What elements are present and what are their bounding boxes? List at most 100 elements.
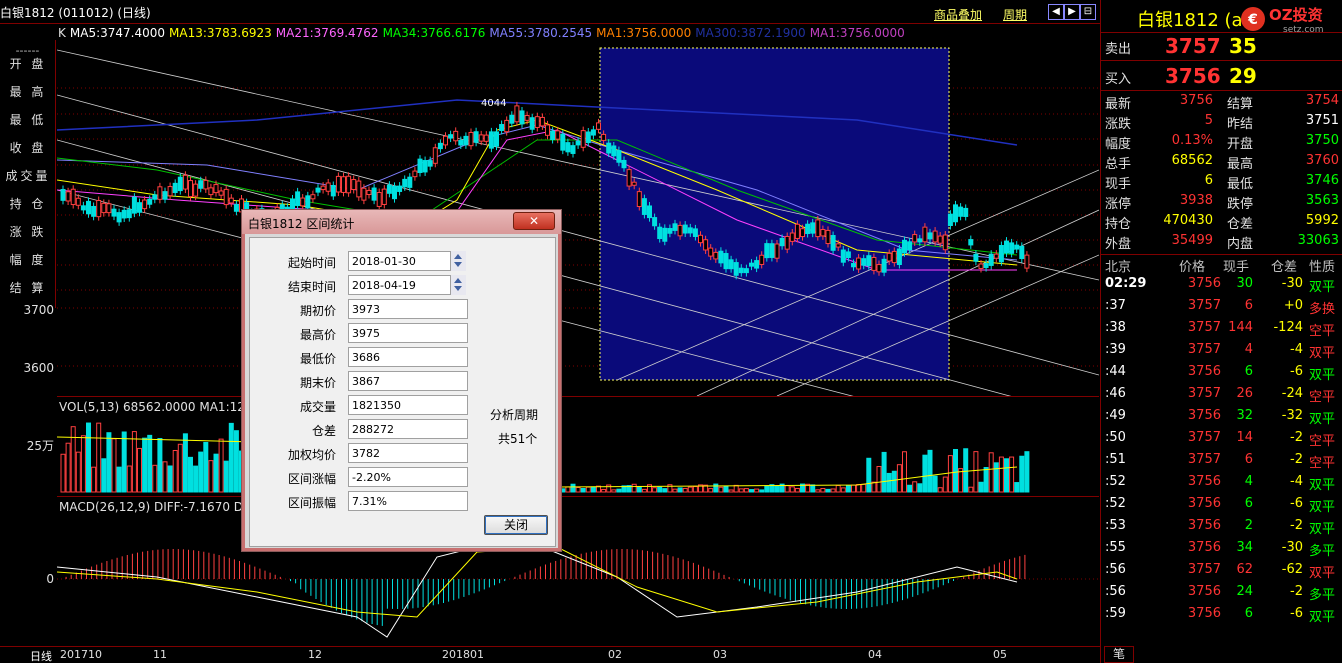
candle bbox=[636, 191, 642, 207]
candle bbox=[973, 253, 979, 262]
date-picker-field[interactable]: 2018-01-30 bbox=[348, 251, 452, 271]
volume-bar bbox=[177, 443, 183, 493]
volume-bar bbox=[953, 449, 958, 493]
spinner-icon[interactable] bbox=[450, 275, 466, 295]
date-picker-field[interactable]: 2018-04-19 bbox=[348, 275, 452, 295]
spinner-icon[interactable] bbox=[450, 251, 466, 271]
candle bbox=[631, 181, 637, 186]
candle bbox=[60, 188, 66, 201]
stat-field[interactable]: 3686 bbox=[348, 347, 468, 367]
stat-field[interactable]: 288272 bbox=[348, 419, 468, 439]
overlay-commodity-link[interactable]: 商品叠加 bbox=[934, 6, 982, 23]
candle bbox=[121, 209, 127, 219]
tick-price: 3757 bbox=[1187, 562, 1221, 577]
tab-ticks[interactable]: 笔 bbox=[1104, 646, 1134, 663]
candle bbox=[473, 131, 479, 143]
stat-field[interactable]: 3867 bbox=[348, 371, 468, 391]
candle bbox=[295, 191, 301, 206]
macd-panel[interactable]: MACD(26,12,9) DIFF:-7.1670 DE bbox=[56, 496, 1099, 646]
prev-arrow-icon[interactable]: ◀ bbox=[1048, 4, 1064, 20]
candle bbox=[703, 239, 709, 251]
tick-nature: 双平 bbox=[1309, 566, 1336, 581]
candle bbox=[733, 262, 739, 276]
volume-bar bbox=[111, 438, 117, 493]
date-label: 201801 bbox=[442, 648, 484, 661]
volume-bar bbox=[886, 472, 892, 493]
tick-volume: 24 bbox=[1236, 584, 1253, 599]
candle bbox=[565, 142, 571, 153]
tick-nature: 双平 bbox=[1309, 478, 1336, 493]
close-icon[interactable]: ✕ bbox=[513, 212, 555, 230]
volume-bar bbox=[723, 485, 729, 493]
candle bbox=[458, 140, 464, 146]
volume-bar bbox=[157, 438, 163, 493]
candle bbox=[417, 158, 423, 173]
stat-field[interactable]: 7.31% bbox=[348, 491, 468, 511]
stat-label: 结算 bbox=[1227, 97, 1254, 112]
candle bbox=[927, 232, 933, 240]
volume-bar bbox=[228, 422, 234, 493]
tick-row: :53 3756 2 -2 双平 bbox=[1101, 518, 1342, 540]
candle bbox=[932, 230, 938, 243]
candle bbox=[188, 180, 193, 198]
period-link[interactable]: 周期 bbox=[1003, 6, 1027, 23]
candle bbox=[861, 258, 867, 266]
volume-panel[interactable]: VOL(5,13) 68562.0000 MA1:126 bbox=[56, 396, 1099, 496]
tick-volume: 4 bbox=[1244, 474, 1253, 489]
candle bbox=[652, 217, 658, 227]
volume-bar bbox=[973, 451, 979, 493]
volume-bar bbox=[652, 487, 658, 493]
candle bbox=[774, 243, 780, 259]
stat-field[interactable]: -2.20% bbox=[348, 467, 468, 487]
tick-row: :51 3757 6 -2 空平 bbox=[1101, 452, 1342, 474]
dialog-titlebar[interactable]: 白银1812 区间统计 ✕ bbox=[242, 210, 561, 234]
candle bbox=[754, 260, 760, 269]
candle bbox=[815, 219, 821, 238]
tick-time: :52 bbox=[1105, 496, 1126, 511]
tick-price: 3757 bbox=[1187, 386, 1221, 401]
candle bbox=[290, 198, 295, 210]
candle bbox=[616, 150, 622, 163]
tick-price: 3756 bbox=[1187, 276, 1221, 291]
volume-bar bbox=[636, 486, 642, 493]
volume-bar bbox=[815, 489, 821, 493]
candle bbox=[453, 130, 459, 142]
tick-oi-change: -6 bbox=[1290, 364, 1303, 379]
candle bbox=[519, 110, 525, 125]
candle bbox=[341, 176, 346, 193]
volume-bar bbox=[657, 486, 663, 493]
close-button[interactable]: 关闭 bbox=[484, 515, 548, 535]
candlestick-chart[interactable]: 4044 bbox=[56, 40, 1100, 461]
dialog-body: 起始时间 2018-01-30 结束时间 2018-04-19 期初价 3973 最高价 39… bbox=[249, 237, 556, 547]
stat-field[interactable]: 3973 bbox=[348, 299, 468, 319]
tick-nature: 空平 bbox=[1309, 434, 1336, 449]
field-label: 仓差 bbox=[311, 424, 336, 438]
volume-bar bbox=[182, 433, 188, 493]
candle bbox=[463, 135, 469, 146]
candle bbox=[101, 202, 107, 214]
ohlc-field-label: 涨 跌 bbox=[9, 225, 47, 239]
tick-price: 3757 bbox=[1187, 430, 1221, 445]
stat-field[interactable]: 1821350 bbox=[348, 395, 468, 415]
volume-bar bbox=[65, 442, 71, 493]
volume-bar bbox=[861, 483, 867, 493]
next-arrow-icon[interactable]: ▶ bbox=[1064, 4, 1080, 20]
stat-field[interactable]: 3975 bbox=[348, 323, 468, 343]
quote-stat-row: 涨停 3938 跌停 3563 bbox=[1101, 193, 1342, 213]
period-tab-daily[interactable]: 日线 bbox=[30, 648, 52, 663]
tick-oi-change: -2 bbox=[1290, 518, 1303, 533]
stat-field[interactable]: 3782 bbox=[348, 443, 468, 463]
tick-row: :56 3757 62 -62 双平 bbox=[1101, 562, 1342, 584]
tick-price: 3756 bbox=[1187, 540, 1221, 555]
quote-stat-row: 持仓 470430 仓差 5992 bbox=[1101, 213, 1342, 233]
candle bbox=[580, 130, 586, 148]
minimize-icon[interactable]: ⊟ bbox=[1080, 4, 1096, 20]
volume-bar bbox=[672, 488, 678, 493]
tick-column-header: 价格 bbox=[1179, 260, 1206, 275]
tick-time: :52 bbox=[1105, 474, 1126, 489]
tick-row: :49 3756 32 -32 双平 bbox=[1101, 408, 1342, 430]
candle bbox=[545, 124, 550, 136]
volume-bar bbox=[896, 464, 902, 493]
candle bbox=[953, 204, 958, 223]
candle bbox=[825, 229, 831, 245]
